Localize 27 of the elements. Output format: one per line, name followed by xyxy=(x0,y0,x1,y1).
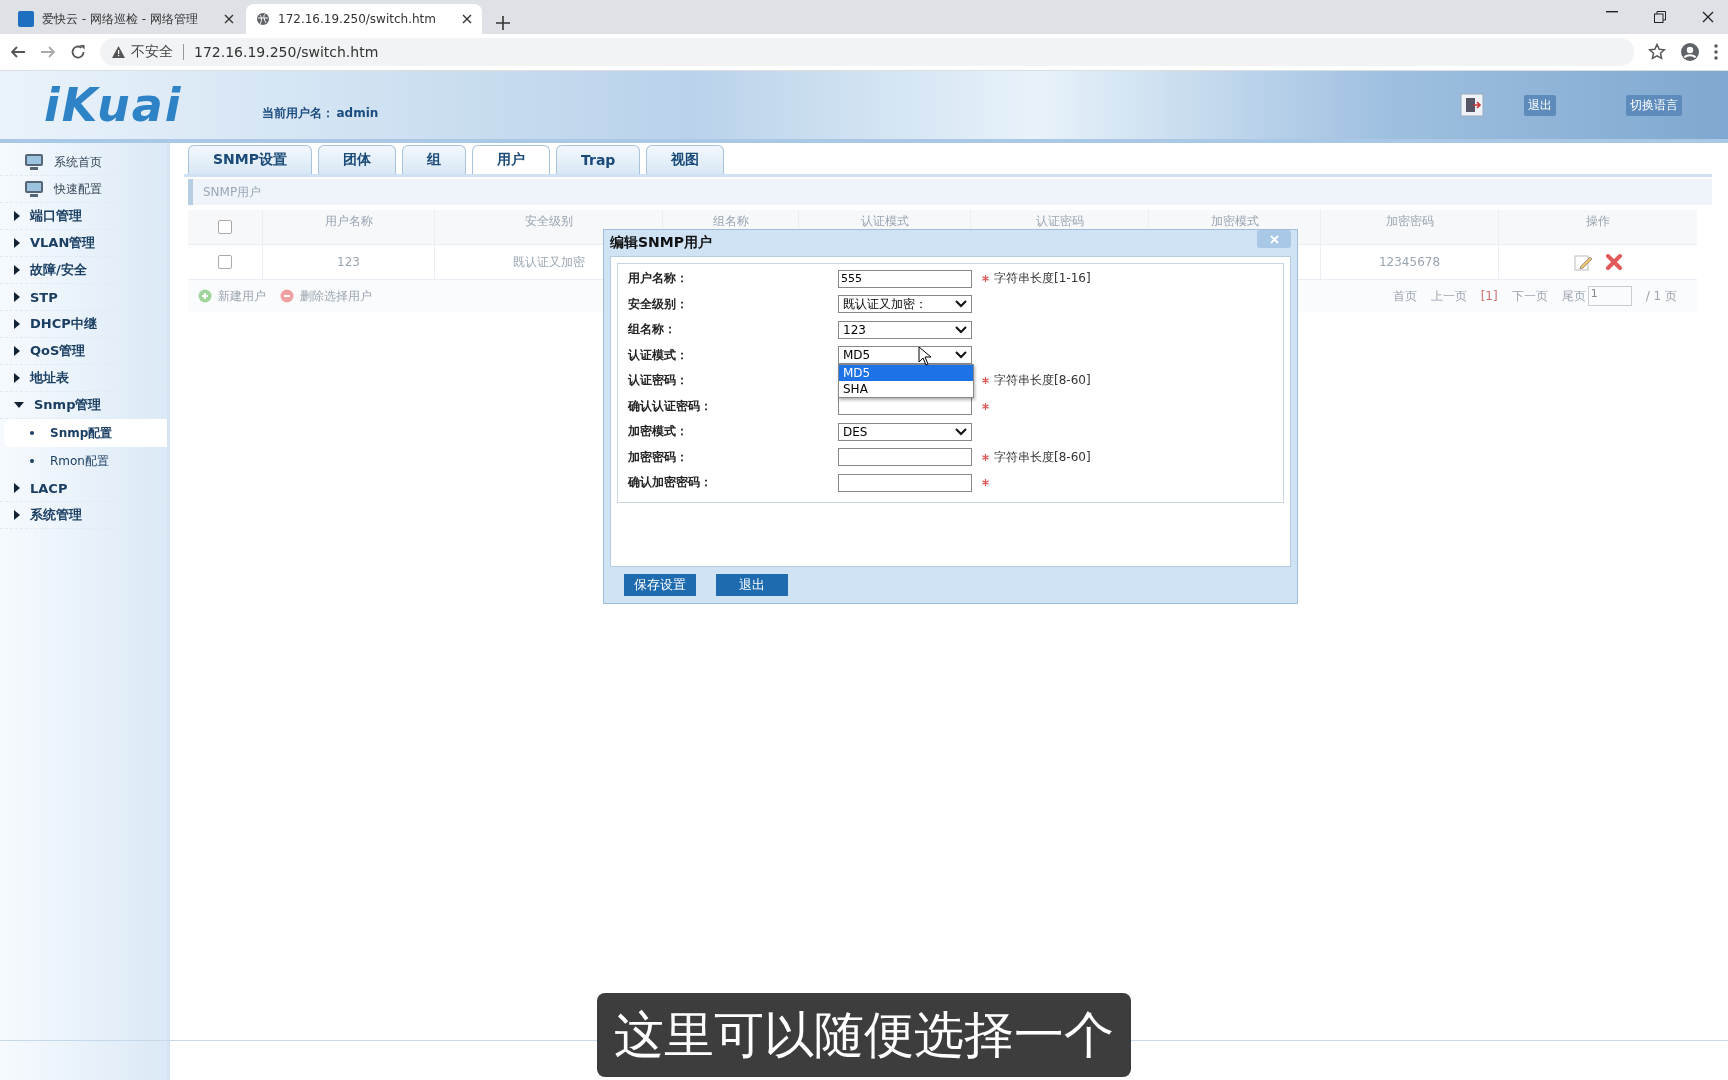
field-label: 组名称： xyxy=(628,321,677,339)
page-total: / 1 页 xyxy=(1645,287,1677,305)
field-hint: 字符串长度[8-60] xyxy=(994,372,1091,390)
logo: iKuai xyxy=(44,78,183,132)
table-cell: 123 xyxy=(263,245,435,279)
field-label: 认证模式： xyxy=(628,346,689,364)
security-label: 不安全 xyxy=(131,43,173,61)
field-label: 确认认证密码： xyxy=(628,397,713,415)
field-label: 确认加密密码： xyxy=(628,474,713,492)
field-hint: 字符串长度[1-16] xyxy=(994,270,1091,288)
column-header: 加密密码 xyxy=(1321,210,1499,244)
field-label: 安全级别： xyxy=(628,295,689,313)
current-page: [1] xyxy=(1480,289,1498,303)
url-text: 172.16.19.250/switch.htm xyxy=(194,44,379,60)
column-header: 操作 xyxy=(1585,213,1611,230)
column-header: 用户名称 xyxy=(263,210,435,244)
field-hint: 字符串长度[8-60] xyxy=(994,448,1091,466)
tab-title: 爱快云 - 网络巡检 - 网络管理 xyxy=(42,10,199,28)
field-label: 加密密码： xyxy=(628,448,689,466)
field-label: 认证密码： xyxy=(628,372,689,390)
section-header: SNMP用户 xyxy=(188,179,1712,205)
field-label: 加密模式： xyxy=(628,423,689,441)
video-caption: 这里可以随便选择一个 xyxy=(597,993,1131,1077)
user-label: 当前用户名： xyxy=(262,104,335,122)
tab-title: 172.16.19.250/switch.htm xyxy=(278,12,437,26)
table-cell: 12345678 xyxy=(1321,245,1499,279)
user-name: admin xyxy=(336,106,379,120)
